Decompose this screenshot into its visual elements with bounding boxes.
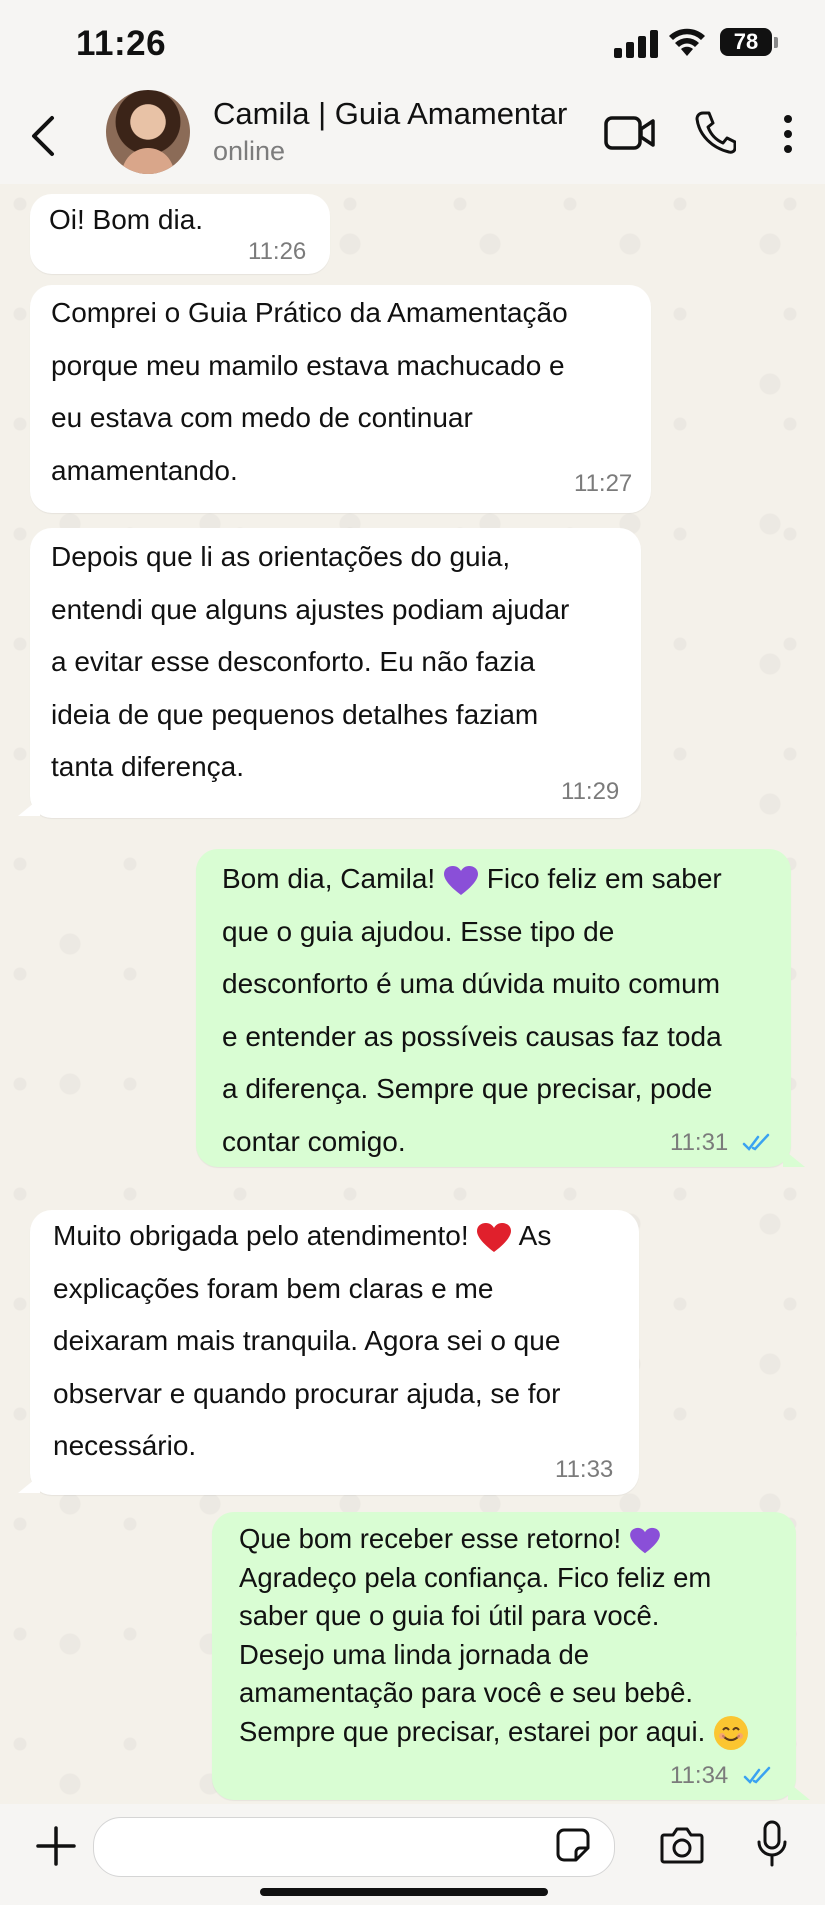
message-text-part: As explicações foram bem claras e me dei… [53, 1220, 561, 1461]
incoming-message[interactable]: Oi! Bom dia. 11:26 [30, 194, 330, 274]
message-time: 11:33 [555, 1456, 614, 1483]
message-composer [0, 1804, 825, 1905]
contact-name[interactable]: Camila | Guia Amamentar [213, 96, 567, 132]
battery-indicator: 78 [720, 28, 772, 56]
more-options-icon[interactable] [781, 114, 795, 154]
camera-icon[interactable] [660, 1826, 704, 1864]
read-receipt-icon [742, 1133, 770, 1151]
purple-heart-icon [443, 865, 478, 895]
bubble-tail [783, 1149, 805, 1167]
cellular-signal-icon [614, 28, 658, 58]
phone-call-icon[interactable] [694, 110, 736, 154]
message-text-part: Que bom receber esse retorno! [239, 1523, 622, 1554]
message-text-part: Fico feliz em saber que o guia ajudou. E… [222, 863, 722, 1157]
message-time: 11:26 [248, 238, 307, 265]
message-input[interactable] [93, 1817, 615, 1877]
message-time: 11:29 [561, 778, 620, 805]
message-time: 11:27 [574, 470, 633, 497]
message-text: Depois que li as orientações do guia, en… [51, 541, 570, 782]
contact-avatar[interactable] [106, 90, 190, 174]
purple-heart-icon [629, 1527, 660, 1553]
home-indicator [260, 1888, 548, 1896]
message-time: 11:31 [670, 1129, 729, 1156]
message-text: Que bom receber esse retorno! Agradeço p… [239, 1520, 749, 1751]
plus-icon[interactable] [36, 1826, 76, 1866]
incoming-message[interactable]: Comprei o Guia Prático da Amamentação po… [30, 285, 651, 513]
status-bar: 11:26 78 [0, 0, 825, 88]
chat-messages-area[interactable]: Oi! Bom dia. 11:26 Comprei o Guia Prátic… [0, 184, 825, 1804]
message-text-part: Muito obrigada pelo atendimento! [53, 1220, 469, 1251]
incoming-message[interactable]: Muito obrigada pelo atendimento! As expl… [30, 1210, 639, 1495]
outgoing-message[interactable]: Que bom receber esse retorno! Agradeço p… [212, 1512, 796, 1800]
message-text: Muito obrigada pelo atendimento! As expl… [53, 1210, 560, 1473]
message-text-part: Agradeço pela confiança. Fico feliz em s… [239, 1561, 712, 1747]
outgoing-message[interactable]: Bom dia, Camila! Fico feliz em saber que… [196, 849, 791, 1167]
read-receipt-icon [743, 1766, 771, 1784]
video-call-icon[interactable] [604, 114, 656, 152]
chat-header: Camila | Guia Amamentar online [0, 88, 825, 184]
message-text: Comprei o Guia Prático da Amamentação po… [51, 297, 568, 486]
sticker-icon[interactable] [556, 1828, 590, 1862]
back-arrow-icon[interactable] [28, 114, 58, 158]
status-time: 11:26 [76, 24, 167, 63]
bubble-tail [18, 798, 40, 816]
message-text: Bom dia, Camila! Fico feliz em saber que… [222, 853, 722, 1168]
incoming-message[interactable]: Depois que li as orientações do guia, en… [30, 528, 641, 818]
red-heart-icon [477, 1222, 512, 1252]
battery-tip [774, 37, 778, 48]
message-text: Oi! Bom dia. [49, 204, 204, 235]
contact-status: online [213, 136, 286, 166]
message-text-part: Bom dia, Camila! [222, 863, 436, 894]
wifi-icon [669, 28, 705, 56]
smiling-face-icon [713, 1716, 748, 1751]
bubble-tail [788, 1782, 810, 1800]
message-time: 11:34 [670, 1762, 729, 1789]
bubble-tail [18, 1475, 40, 1493]
microphone-icon[interactable] [756, 1820, 788, 1868]
